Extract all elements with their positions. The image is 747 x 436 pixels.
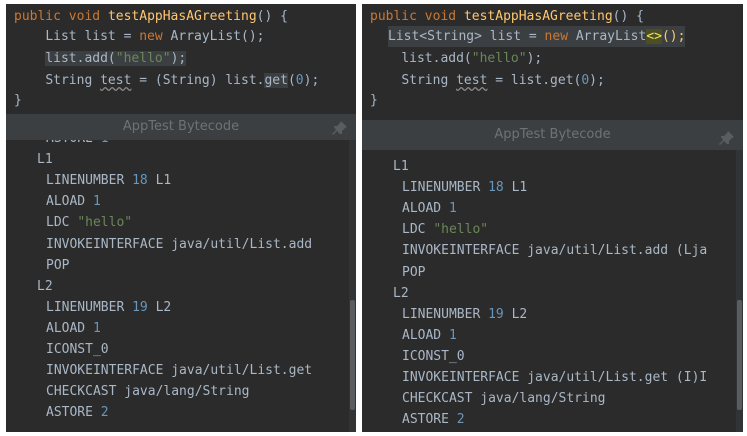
bytecode-line: ASTORE 1 [46, 140, 109, 149]
bytecode-line: INVOKEINTERFACE java/util/List.add (Lja [402, 240, 707, 261]
bytecode-line: LINENUMBER 19 L2 [402, 304, 527, 325]
bytecode-line: L1 [37, 149, 53, 170]
bytecode-opcode: LINENUMBER [402, 306, 481, 322]
bytecode-opcode: ALOAD [402, 201, 442, 217]
scrollbar-thumb[interactable] [350, 300, 355, 410]
bytecode-string: "hello" [77, 215, 133, 231]
bytecode-operand: 18 [132, 173, 148, 189]
bytecode-line: LINENUMBER 18 L1 [402, 177, 527, 198]
bytecode-opcode: LINENUMBER [46, 173, 125, 189]
pin-icon[interactable] [719, 128, 735, 145]
bytecode-opcode: POP [46, 257, 70, 273]
bytecode-line: ALOAD 1 [46, 191, 101, 212]
bytecode-opcode: L1 [393, 159, 409, 174]
bytecode-opcode: INVOKEINTERFACE java/util/List.get (I)I [402, 370, 708, 385]
bytecode-operand: 2 [456, 412, 465, 428]
bytecode-opcode: INVOKEINTERFACE java/util/List.add (Lja [402, 243, 708, 259]
bytecode-opcode: LINENUMBER [46, 299, 125, 315]
bytecode-line: CHECKCAST java/lang/String [402, 388, 606, 409]
bytecode-opcode: ICONST_0 [402, 348, 465, 364]
bytecode-opcode: ASTORE [46, 405, 93, 421]
bytecode-line: ICONST_0 [46, 339, 109, 360]
code-line: List list = new ArrayList(); [45, 29, 265, 44]
bytecode-operand: 19 [488, 306, 504, 322]
bytecode-line: CHECKCAST java/lang/String [46, 381, 250, 402]
bytecode-opcode: ASTORE [46, 140, 93, 146]
bytecode-opcode: L1 [37, 152, 53, 168]
bytecode-opcode: LDC [46, 215, 70, 231]
bytecode-line: LINENUMBER 18 L1 [46, 170, 171, 191]
code-editor[interactable]: public void testAppHasAGreeting() { List… [362, 4, 743, 108]
bytecode-operand: 19 [132, 299, 148, 315]
bytecode-string: "hello" [433, 222, 489, 238]
bytecode-opcode: LINENUMBER [402, 180, 481, 196]
bytecode-line: ALOAD 1 [46, 318, 101, 339]
code-line: public void testAppHasAGreeting() { [14, 9, 288, 24]
bytecode-label-ref: L2 [511, 306, 528, 322]
bytecode-view[interactable]: L1 LINENUMBER 18 L1 ALOAD 1 LDC "hello" INVO… [362, 150, 743, 432]
bytecode-opcode: ALOAD [46, 194, 86, 210]
bytecode-opcode: INVOKEINTERFACE java/util/List.add [46, 236, 313, 252]
bytecode-panel-title: AppTest Bytecode [494, 127, 611, 142]
bytecode-line: POP [46, 255, 69, 276]
code-line: } [14, 93, 22, 108]
code-editor[interactable]: public void testAppHasAGreeting() { List… [6, 4, 356, 108]
left-editor-pane: public void testAppHasAGreeting() { List… [6, 4, 356, 432]
bytecode-line: L2 [393, 283, 409, 304]
bytecode-opcode: CHECKCAST java/lang/String [402, 391, 606, 407]
bytecode-line: ICONST_0 [402, 346, 465, 367]
bytecode-line: ALOAD 1 [402, 325, 457, 346]
code-line: list.add("hello"); [45, 51, 187, 66]
bytecode-operand: 1 [448, 201, 457, 217]
bytecode-view[interactable]: ASTORE 1L1LINENUMBER 18 L1ALOAD 1LDC "he… [6, 140, 356, 432]
code-line: String test = list.get(0); [401, 73, 605, 88]
bytecode-opcode: ICONST_0 [46, 342, 109, 357]
bytecode-operand: 1 [92, 320, 101, 336]
bytecode-opcode: LDC [402, 222, 426, 238]
code-line: List<String> list = new ArrayList<>(); [388, 26, 686, 47]
code-line: public void testAppHasAGreeting() { [370, 9, 644, 24]
bytecode-opcode: POP [402, 264, 426, 280]
bytecode-opcode: L2 [393, 285, 409, 301]
pin-icon[interactable] [332, 120, 348, 136]
bytecode-line: INVOKEINTERFACE java/util/List.add [46, 234, 312, 255]
bytecode-line: POP [402, 262, 425, 283]
bytecode-opcode: ALOAD [402, 327, 442, 343]
bytecode-opcode: CHECKCAST java/lang/String [46, 384, 250, 400]
bytecode-opcode: INVOKEINTERFACE java/util/List.get [46, 363, 313, 379]
bytecode-line: ALOAD 1 [402, 198, 457, 219]
bytecode-line: ASTORE 2 [46, 402, 109, 423]
bytecode-operand: 1 [92, 194, 101, 210]
bytecode-opcode: ASTORE [402, 412, 449, 428]
bytecode-panel-title: AppTest Bytecode [122, 119, 240, 134]
bytecode-line: LINENUMBER 19 L2 [46, 297, 171, 318]
code-line: String test = (String) list.get(0); [45, 73, 320, 88]
code-line: list.add("hello"); [401, 51, 543, 66]
scrollbar-thumb[interactable] [737, 300, 742, 410]
bytecode-label-ref: L2 [155, 299, 172, 315]
bytecode-operand: 18 [488, 180, 504, 196]
scrollbar[interactable] [349, 140, 356, 432]
bytecode-line: INVOKEINTERFACE java/util/List.get (I)I [402, 367, 707, 388]
bytecode-line: L1 [393, 156, 409, 177]
code-line: } [370, 93, 378, 108]
bytecode-label-ref: L1 [155, 173, 172, 189]
bytecode-line: L2 [37, 276, 53, 297]
bytecode-panel-header[interactable]: AppTest Bytecode [362, 120, 743, 150]
bytecode-opcode: ALOAD [46, 320, 86, 336]
bytecode-operand: 2 [100, 405, 109, 421]
bytecode-opcode: L2 [37, 278, 53, 294]
bytecode-panel-header[interactable]: AppTest Bytecode [6, 114, 356, 140]
bytecode-label-ref: L1 [511, 180, 528, 196]
bytecode-line: ASTORE 2 [402, 409, 465, 430]
bytecode-line: LDC "hello" [46, 212, 132, 233]
scrollbar[interactable] [736, 150, 743, 432]
bytecode-operand: 1 [448, 327, 457, 343]
bytecode-operand: 1 [101, 140, 109, 146]
bytecode-line: LDC "hello" [402, 219, 488, 240]
bytecode-line: INVOKEINTERFACE java/util/List.get [46, 360, 312, 381]
right-editor-pane: public void testAppHasAGreeting() { List… [362, 4, 743, 432]
